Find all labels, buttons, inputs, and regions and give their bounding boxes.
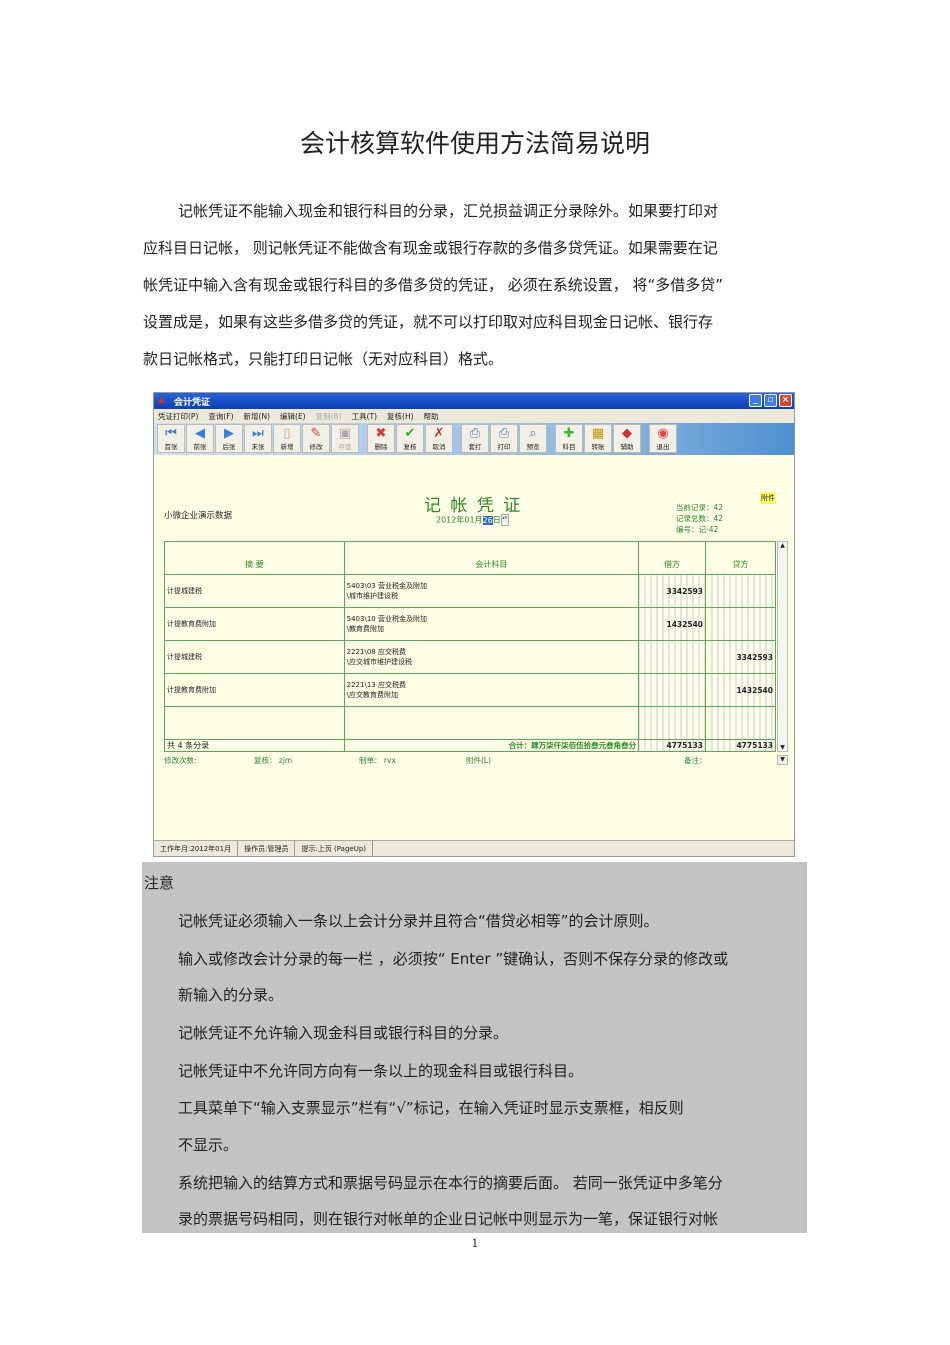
- table-row-empty[interactable]: [164, 706, 776, 740]
- notes-box: 注意 记帐凭证必须输入一条以上会计分录并且符合“借贷必相等”的会计原则。 输入或…: [142, 862, 807, 1233]
- cubes-icon: ◆: [622, 426, 632, 441]
- edit-count: 修改次数:: [164, 756, 197, 765]
- prev-button[interactable]: ◀ 前张: [186, 424, 214, 453]
- date-spinner[interactable]: ▴▾: [500, 514, 509, 526]
- status-hint: 提示:上页 (PageUp): [295, 841, 374, 856]
- preview-button[interactable]: ⌕ 预览: [519, 424, 547, 453]
- attachment-badge[interactable]: 附件: [760, 492, 776, 504]
- minimize-icon[interactable]: _: [749, 394, 762, 407]
- reviewer: 复核： zjm: [254, 756, 293, 765]
- note-line: 录的票据号码相同，则在银行对帐单的企业日记帐中则显示为一笔，保证银行对帐: [178, 1210, 719, 1228]
- status-operator: 操作员:管理员: [238, 841, 296, 856]
- restore-icon[interactable]: ▫: [764, 394, 777, 407]
- delete-button[interactable]: ✖ 删除: [367, 424, 395, 453]
- preview-icon: ⌕: [529, 426, 537, 441]
- table-row[interactable]: 计提城建税 5403\03 营业税金及附加 \城市维护建设税 3342593: [164, 574, 776, 608]
- note-line: 输入或修改会计分录的每一栏 ，必须按“ Enter ”键确认，否则不保存分录的修…: [178, 950, 729, 968]
- menu-copy[interactable]: 复制(B): [316, 411, 342, 421]
- toolbar: ⏮ 首张 ◀ 前张 ▶ 后张 ⏭ 末张 ▯ 新增 ✎ 修改 ▣ 存盘 ✖ 删除 ✔ 复核 ✗ 取消 …: [154, 423, 794, 455]
- exit-icon: ◉: [657, 426, 669, 441]
- print-button[interactable]: ⎙ 打印: [490, 424, 518, 453]
- new-doc-icon: ▯: [283, 426, 291, 441]
- remark-dropdown[interactable]: ▼: [777, 755, 788, 765]
- status-bar: 工作年月:2012年01月 操作员:管理员 提示:上页 (PageUp): [154, 840, 794, 856]
- remark-label: 备注：: [684, 756, 707, 765]
- table-row[interactable]: 计提教育费附加 2221\13 应交税费 \应交教育费附加 1432540: [164, 673, 776, 707]
- printer-icon: ⎙: [469, 426, 481, 441]
- menu-query[interactable]: 查询(F): [208, 411, 233, 421]
- menu-edit[interactable]: 编辑(E): [280, 411, 306, 421]
- cancel-button[interactable]: ✗ 取消: [425, 424, 453, 453]
- plus-icon: ✚: [563, 426, 575, 441]
- menu-tools[interactable]: 工具(T): [352, 411, 377, 421]
- account-button[interactable]: ✚ 科目: [555, 424, 583, 453]
- window-title: 会计凭证: [174, 398, 211, 408]
- printer-icon: ⎙: [498, 426, 510, 441]
- paragraph-line: 帐凭证中输入含有现金或银行科目的多借多贷的凭证， 必须在系统设置， 将“多借多贷…: [143, 276, 724, 294]
- last-icon: ⏭: [252, 426, 264, 441]
- template-print-button[interactable]: ⎙ 套打: [461, 424, 489, 453]
- notes-heading: 注意: [144, 874, 175, 892]
- menu-print[interactable]: 凭证打印(P): [158, 411, 198, 421]
- voucher-title: 记 帐 凭 证: [424, 496, 523, 516]
- close-icon[interactable]: ×: [779, 394, 792, 407]
- paragraph-line: 记帐凭证不能输入现金和银行科目的分录，汇兑损益调正分录除外。如果要打印对: [178, 202, 719, 220]
- save-button[interactable]: ▣ 存盘: [331, 424, 359, 453]
- record-info: 当前记录：42 记录总数：42 编号：记-42: [676, 503, 724, 534]
- modify-button[interactable]: ✎ 修改: [302, 424, 330, 453]
- status-period: 工作年月:2012年01月: [154, 841, 239, 856]
- save-icon: ▣: [338, 426, 352, 441]
- title-bar: ▲ 会计凭证 _ ▫ ×: [154, 393, 794, 409]
- document-title: 会计核算软件使用方法简易说明: [299, 129, 650, 158]
- last-button[interactable]: ⏭ 末张: [244, 424, 272, 453]
- totals-row: 共 4 条分录 合计：肆万柒仟柒佰伍拾叁元叁角叁分 4775133 477513…: [164, 739, 776, 752]
- menu-help[interactable]: 帮助: [424, 411, 439, 421]
- first-icon: ⏮: [165, 426, 177, 441]
- table-row[interactable]: 计提城建税 2221\08 应交税费 \应交城市维护建设税 3342593: [164, 640, 776, 674]
- menu-review[interactable]: 复核(H): [387, 411, 414, 421]
- note-line: 记帐凭证中不允许同方向有一条以上的现金科目或银行科目。: [178, 1062, 584, 1080]
- date-day[interactable]: 26: [482, 515, 493, 525]
- table-scrollbar[interactable]: ▲ ▼: [777, 541, 788, 752]
- cancel-icon: ✗: [433, 426, 445, 441]
- menu-new[interactable]: 新增(N): [244, 411, 270, 421]
- paragraph-line: 款日记帐格式，只能打印日记帐（无对应科目）格式。: [143, 350, 504, 368]
- note-line: 记帐凭证不允许输入现金科目或银行科目的分录。: [178, 1024, 509, 1042]
- note-line: 记帐凭证必须输入一条以上会计分录并且符合“借贷必相等”的会计原则。: [178, 912, 659, 930]
- table-row[interactable]: 计提教育费附加 5403\10 营业税金及附加 \教育费附加 1432540: [164, 607, 776, 641]
- maker: 制单： rvx: [359, 756, 396, 765]
- auxiliary-button[interactable]: ◆ 辅助: [613, 424, 641, 453]
- next-icon: ▶: [224, 426, 234, 441]
- check-icon: ✔: [404, 426, 416, 441]
- page-number: 1: [471, 1237, 479, 1250]
- review-button[interactable]: ✔ 复核: [396, 424, 424, 453]
- transfer-button[interactable]: ▦ 转账: [584, 424, 612, 453]
- box-icon: ▦: [591, 426, 605, 441]
- delete-icon: ✖: [375, 426, 387, 441]
- exit-button[interactable]: ◉ 退出: [649, 424, 677, 453]
- menu-bar: 凭证打印(P) 查询(F) 新增(N) 编辑(E) 复制(B) 工具(T) 复核…: [154, 409, 794, 423]
- voucher-window-screenshot: ▲ 会计凭证 _ ▫ × 凭证打印(P) 查询(F) 新增(N) 编辑(E) 复…: [153, 392, 795, 857]
- paragraph-line: 设置成是，如果有这些多借多贷的凭证，就不可以打印取对应科目现金日记帐、银行存: [143, 313, 714, 331]
- table-header: 摘 要 会计科目 借方 贷方: [164, 541, 776, 575]
- note-line: 新输入的分录。: [178, 986, 284, 1004]
- new-button[interactable]: ▯ 新增: [273, 424, 301, 453]
- company-name: 小微企业演示数据: [164, 511, 233, 521]
- paragraph-line: 应科目日记帐， 则记帐凭证不能做含有现金或银行存款的多借多贷凭证。如果需要在记: [143, 239, 718, 257]
- voucher-table: 摘 要 会计科目 借方 贷方 计提城建税 5403\03 营业税金及附加 \城市维护…: [164, 541, 776, 752]
- voucher-date[interactable]: 2012年01月26日▴▾: [436, 514, 509, 526]
- edit-icon: ✎: [310, 426, 322, 441]
- attachment-link[interactable]: 附件(L): [466, 755, 491, 766]
- note-line: 系统把输入的结算方式和票据号码显示在本行的摘要后面。 若同一张凭证中多笔分: [178, 1174, 723, 1192]
- next-button[interactable]: ▶ 后张: [215, 424, 243, 453]
- first-button[interactable]: ⏮ 首张: [157, 424, 185, 453]
- note-line: 工具菜单下“输入支票显示”栏有“√”标记，在输入凭证时显示支票框，相反则: [178, 1099, 684, 1117]
- prev-icon: ◀: [195, 426, 205, 441]
- app-icon: ▲: [158, 395, 165, 405]
- note-line: 不显示。: [178, 1136, 239, 1154]
